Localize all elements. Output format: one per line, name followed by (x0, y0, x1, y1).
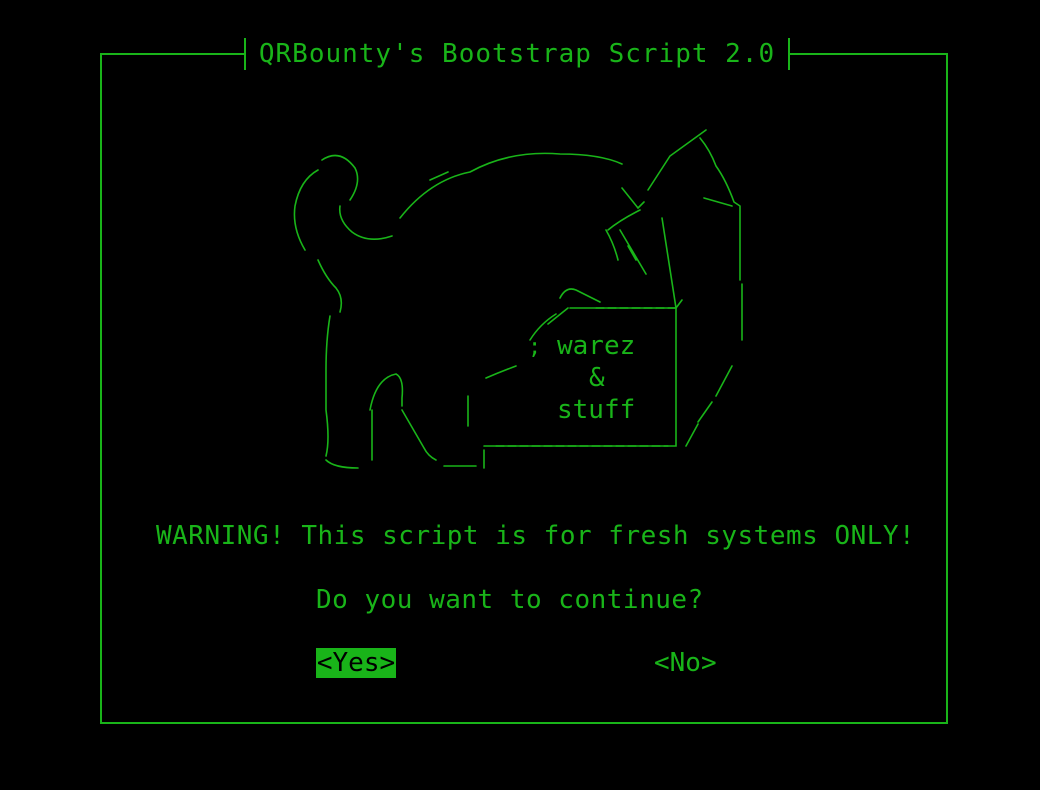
cat-rear-leg (317, 259, 359, 469)
cat-box-ascii-art: warez & stuff ; (293, 129, 743, 469)
box-text-line1: warez (557, 331, 635, 361)
cat-nose-glyph: ; (528, 335, 541, 360)
title-right-bracket (788, 38, 790, 70)
dialog-title: QRBounty's Bootstrap Script 2.0 (258, 39, 776, 69)
yes-button[interactable]: <Yes> (316, 648, 396, 678)
box-front (483, 307, 677, 447)
cat-back (399, 152, 623, 219)
cat-head (559, 229, 647, 303)
box-text-line2: & (589, 363, 605, 393)
box-flaps (607, 129, 741, 309)
continue-question: Do you want to continue? (316, 585, 704, 615)
cat-box-illustration (293, 129, 743, 469)
box-text-line3: stuff (557, 395, 635, 425)
no-button[interactable]: <No> (654, 648, 717, 678)
cat-inner-leg (369, 373, 437, 461)
box-dashed-edges (495, 307, 677, 447)
warning-text: WARNING! This script is for fresh system… (156, 521, 916, 551)
cat-tail (293, 154, 393, 251)
box-side (685, 283, 743, 447)
dialog-title-container: QRBounty's Bootstrap Script 2.0 (244, 38, 790, 70)
